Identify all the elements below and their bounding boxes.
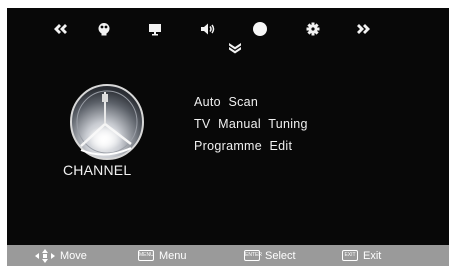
speaker-icon [201,23,215,35]
section-title: CHANNEL [63,162,132,178]
dpad-icon [35,248,55,263]
hint-move: Move [35,245,87,266]
hint-menu: MENU Menu [138,245,187,266]
next-arrow-icon [357,24,370,34]
satellite-dish-icon [70,84,144,160]
enter-key-icon: ENTER [244,250,262,261]
hint-exit-label: Exit [363,249,382,262]
next-tab-button[interactable] [354,19,374,39]
channel-menu-list: Auto Scan TV Manual Tuning Programme Edi… [194,91,308,157]
menu-key-icon: MENU [138,250,154,261]
gear-icon [306,22,320,36]
tv-menu-screen: CHANNEL Auto Scan TV Manual Tuning Progr… [7,8,449,258]
menu-item-auto-scan[interactable]: Auto Scan [194,91,308,113]
chevron-down-icon [229,43,241,54]
menu-item-programme-edit[interactable]: Programme Edit [194,135,308,157]
hint-menu-label: Menu [159,249,187,262]
hint-exit: EXIT Exit [342,245,381,266]
screen-icon [149,23,161,35]
tab-screen[interactable] [145,19,165,39]
tab-setup[interactable] [303,19,323,39]
tab-sound[interactable] [198,19,218,39]
channel-icon [253,22,267,36]
exit-key-icon: EXIT [342,250,358,261]
hint-select-label: Select [265,249,296,262]
prev-tab-button[interactable] [50,19,70,39]
tab-channel[interactable] [250,19,270,39]
hint-move-label: Move [60,249,87,262]
menu-tab-bar [7,8,449,56]
hint-select: ENTER Select [244,245,296,266]
tab-picture[interactable] [94,19,114,39]
picture-icon [98,23,110,36]
prev-arrow-icon [54,24,67,34]
menu-item-tv-manual-tuning[interactable]: TV Manual Tuning [194,113,308,135]
status-bar: Move MENU Menu ENTER Select EXIT Exit [7,245,449,266]
